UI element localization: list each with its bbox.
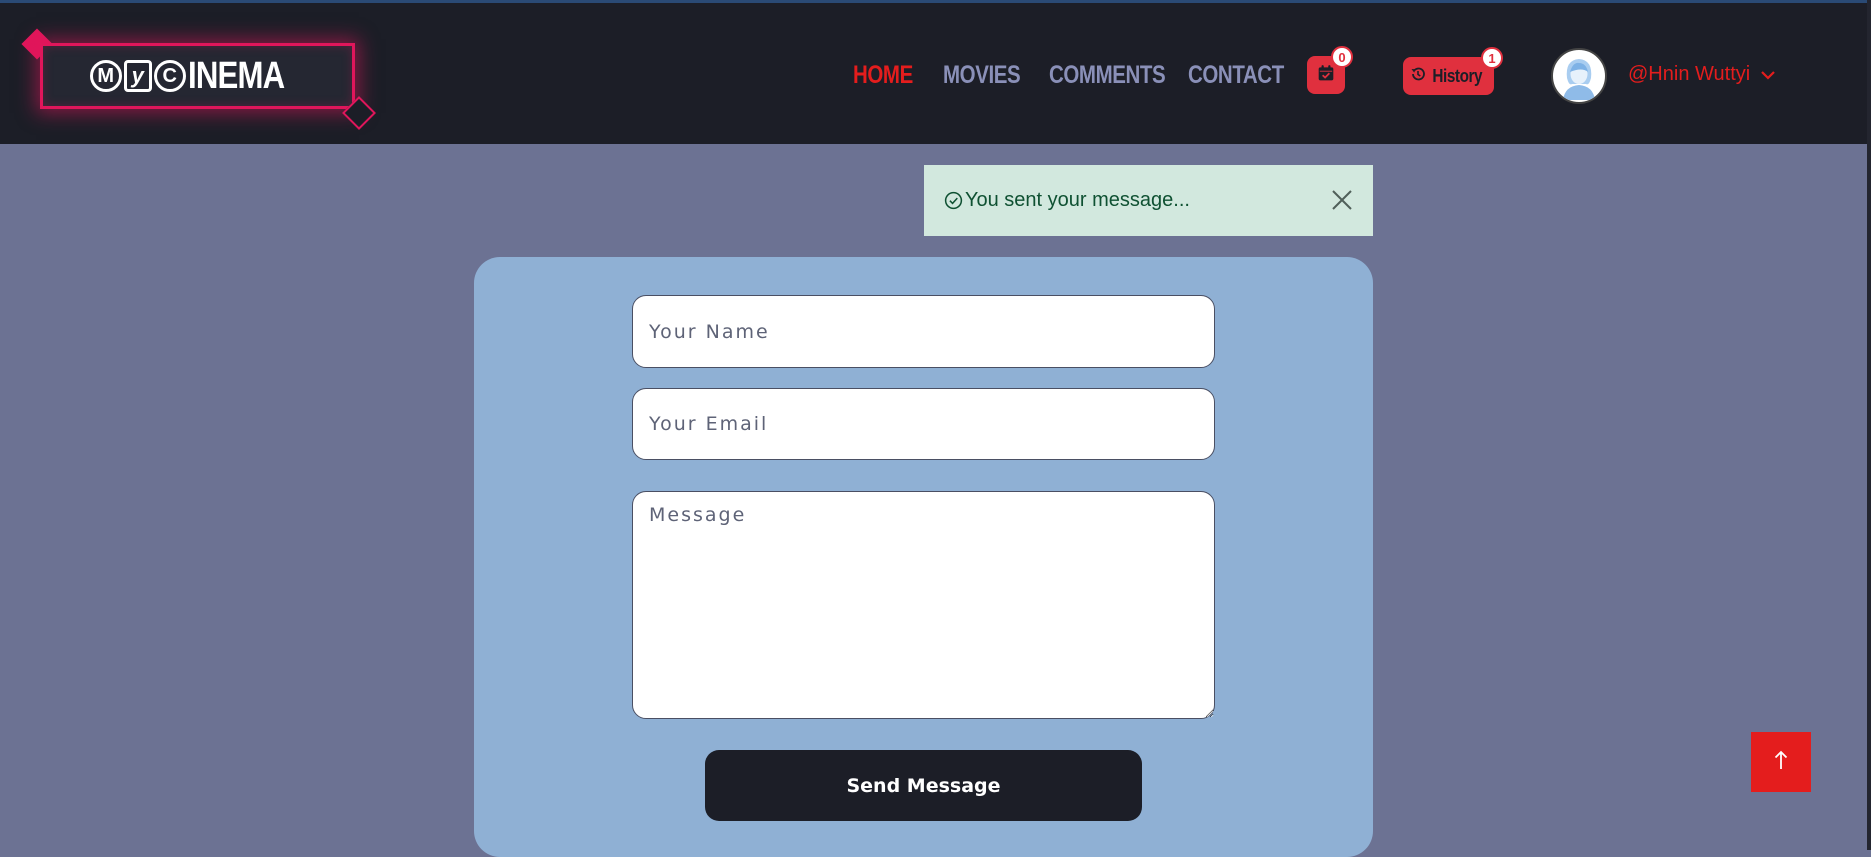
- nav-home-link[interactable]: HOME: [853, 61, 913, 90]
- history-icon: [1410, 66, 1426, 87]
- close-icon[interactable]: [1331, 189, 1353, 211]
- logo-wordmark: M y C INEMA: [89, 54, 305, 98]
- send-message-button[interactable]: Send Message: [705, 750, 1142, 821]
- arrow-up-icon: [1773, 749, 1789, 776]
- name-input[interactable]: [632, 295, 1215, 368]
- username-label[interactable]: @Hnin Wuttyi: [1628, 63, 1750, 86]
- logo-letter-y: y: [123, 60, 152, 92]
- scroll-to-top-button[interactable]: [1751, 732, 1811, 792]
- message-textarea[interactable]: [632, 491, 1215, 719]
- alert-message: You sent your message...: [965, 189, 1190, 211]
- bookings-button[interactable]: 0: [1307, 46, 1353, 94]
- logo-frame: M y C INEMA: [40, 43, 355, 109]
- nav-movies-link[interactable]: MOVIES: [943, 61, 1021, 90]
- bookings-count-badge: 0: [1331, 46, 1353, 68]
- site-logo[interactable]: M y C INEMA: [21, 28, 376, 130]
- logo-letter-c: C: [153, 60, 186, 92]
- history-label: History: [1432, 65, 1483, 86]
- logo-text: INEMA: [187, 54, 285, 97]
- user-avatar[interactable]: [1551, 48, 1607, 104]
- history-button[interactable]: History 1: [1403, 47, 1503, 95]
- check-circle-icon: [944, 191, 963, 210]
- nav-comments-link[interactable]: COMMENTS: [1049, 61, 1166, 90]
- success-alert: You sent your message...: [924, 165, 1373, 236]
- nav-contact-link[interactable]: CONTACT: [1188, 61, 1284, 90]
- calendar-check-icon: [1317, 64, 1335, 87]
- history-count-badge: 1: [1481, 47, 1503, 69]
- chevron-down-icon[interactable]: [1760, 67, 1776, 85]
- site-header: M y C INEMA HOME MOVIES COMMENTS CONTACT…: [0, 3, 1867, 144]
- logo-letter-m: M: [89, 60, 122, 92]
- window-right-border: [1867, 0, 1871, 850]
- email-input[interactable]: [632, 388, 1215, 460]
